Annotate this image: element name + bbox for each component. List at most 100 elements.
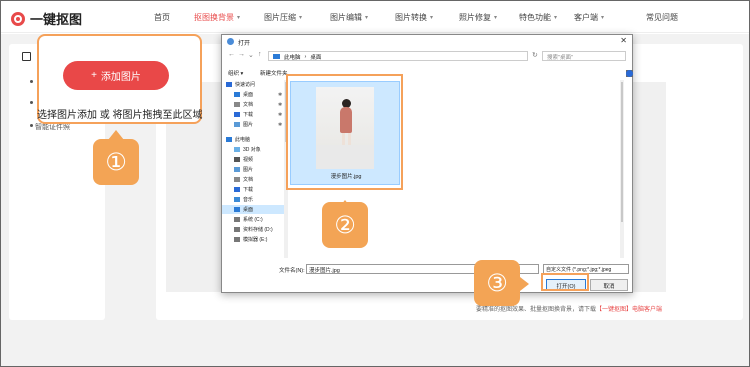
tool-icon[interactable]	[22, 52, 31, 61]
up-arrow-icon[interactable]: ↑	[258, 51, 262, 58]
filename-label: 文件名(N):	[279, 268, 305, 274]
nav-item-label: 图片压缩	[264, 13, 296, 22]
nav-item[interactable]: 抠图换背景 ▾	[194, 12, 240, 23]
add-image-button[interactable]: + 添加图片	[63, 61, 169, 90]
document-icon	[234, 177, 240, 182]
tree-item[interactable]: 图片	[222, 165, 253, 174]
desktop-icon	[234, 92, 240, 97]
nav-item-label: 首页	[154, 13, 170, 22]
pin-icon: ✱	[278, 91, 283, 98]
drive-icon	[234, 217, 240, 222]
address-bar[interactable]: 此电脑 › 桌面	[268, 51, 528, 61]
download-icon	[234, 187, 240, 192]
nav-item[interactable]: 图片编辑 ▾	[330, 12, 368, 23]
tree-item-label: 系统 (C:)	[243, 217, 263, 223]
tree-item[interactable]: 桌面	[222, 205, 284, 214]
tree-item[interactable]: 快速访问	[222, 80, 255, 89]
tree-item-label: 下载	[243, 112, 254, 118]
chevron-down-icon: ▾	[494, 15, 498, 21]
plus-icon: +	[91, 70, 97, 81]
recent-dropdown-icon[interactable]: ⌄	[248, 51, 254, 59]
list-dot-icon	[30, 80, 33, 83]
drop-hint: 选择图片添加 或 将图片拖拽至此区域	[37, 110, 203, 121]
tree-item-label: 此电脑	[235, 137, 251, 143]
open-file-dialog: 打开 ✕ ← → ⌄ ↑ 此电脑 › 桌面 ↻ 搜索"桌面" 组织 ▾ 新建文件…	[221, 34, 633, 293]
app-logo[interactable]: 一键抠图	[11, 9, 82, 28]
tree-item[interactable]: 文档	[222, 175, 253, 184]
dialog-toolbar: 组织 ▾ 新建文件夹	[222, 67, 633, 79]
tree-item[interactable]: 模拟器 (E:)	[222, 235, 267, 244]
music-icon	[234, 197, 240, 202]
tree-item[interactable]: 桌面 ✱	[222, 90, 282, 99]
forward-arrow-icon[interactable]: →	[238, 51, 245, 58]
organize-menu[interactable]: 组织 ▾	[228, 69, 243, 77]
video-icon	[234, 157, 240, 162]
chevron-down-icon: ▾	[601, 15, 605, 21]
client-download-link[interactable]: 【一键抠图】电脑客户端	[596, 307, 662, 313]
chevron-down-icon: ▾	[237, 15, 241, 21]
cube-icon	[234, 147, 240, 152]
file-pane-scrollbar[interactable]	[620, 80, 624, 258]
nav-item[interactable]: 照片修复 ▾	[459, 12, 497, 23]
step-2-badge: ②	[322, 202, 368, 248]
star-icon	[226, 82, 232, 87]
nav-item[interactable]: 图片转换 ▾	[395, 12, 433, 23]
breadcrumb-desktop[interactable]: 桌面	[310, 53, 321, 61]
tree-item[interactable]: 视频	[222, 155, 253, 164]
back-arrow-icon[interactable]: ←	[228, 51, 235, 58]
tree-item[interactable]: 音乐	[222, 195, 253, 204]
dialog-title: 打开	[238, 41, 251, 47]
drive-icon	[234, 227, 240, 232]
picture-icon	[234, 167, 240, 172]
tree-item-label: 快速访问	[235, 82, 256, 88]
tree-item[interactable]: 文档 ✱	[222, 100, 282, 109]
nav-item[interactable]: 常见问题	[646, 12, 678, 23]
add-image-label: 添加图片	[100, 72, 141, 83]
new-folder-button[interactable]: 新建文件夹	[260, 69, 288, 77]
tree-item-label: 桌面	[243, 207, 254, 213]
list-dot-icon	[30, 101, 33, 104]
tree-item-label: 桌面	[243, 92, 254, 98]
tree-item-label: 资料存储 (D:)	[243, 227, 273, 233]
pc-icon	[226, 137, 232, 142]
logo-icon	[11, 11, 25, 26]
tree-item-label: 文档	[243, 102, 254, 108]
refresh-icon[interactable]: ↻	[532, 51, 538, 59]
tree-item[interactable]: 下载 ✱	[222, 110, 282, 119]
tree-item[interactable]: 下载	[222, 185, 253, 194]
tree-item-label: 下载	[243, 187, 254, 193]
tree-item[interactable]: 系统 (C:)	[222, 215, 263, 224]
chevron-down-icon: ▾	[365, 15, 369, 21]
help-icon[interactable]	[626, 70, 633, 77]
picture-icon	[234, 122, 240, 127]
step-3-pointer	[520, 277, 529, 291]
tree-item[interactable]: 3D 对象	[222, 145, 261, 154]
tree-item-label: 模拟器 (E:)	[243, 237, 268, 243]
nav-item[interactable]: 图片压缩 ▾	[264, 12, 302, 23]
breadcrumb-separator: ›	[304, 53, 307, 60]
download-icon	[234, 112, 240, 117]
file-highlight-box	[286, 74, 403, 190]
tree-item-label: 图片	[243, 122, 254, 128]
nav-item-label: 图片编辑	[330, 13, 362, 22]
nav-item[interactable]: 特色功能 ▾	[519, 12, 557, 23]
nav-item[interactable]: 客户端 ▾	[574, 12, 604, 23]
nav-item-label: 抠图换背景	[194, 13, 234, 22]
close-icon[interactable]: ✕	[620, 36, 627, 45]
step-3-badge: ③	[474, 260, 520, 306]
breadcrumb-this-pc[interactable]: 此电脑	[284, 53, 301, 61]
nav-item[interactable]: 首页	[154, 12, 170, 23]
drive-icon	[234, 237, 240, 242]
pin-icon: ✱	[278, 121, 283, 128]
chevron-down-icon: ▾	[430, 15, 434, 21]
search-input[interactable]: 搜索"桌面"	[542, 51, 626, 61]
open-button-highlight	[541, 273, 589, 291]
cancel-button[interactable]: 取消	[590, 279, 628, 291]
tree-item[interactable]: 图片 ✱	[222, 120, 282, 129]
tree-item[interactable]: 此电脑	[222, 135, 250, 144]
nav-item-label: 客户端	[574, 13, 598, 22]
tree-item-label: 图片	[243, 167, 254, 173]
chrome-icon	[227, 38, 234, 45]
tree-item[interactable]: 资料存储 (D:)	[222, 225, 273, 234]
step-1-badge: ①	[93, 139, 139, 185]
